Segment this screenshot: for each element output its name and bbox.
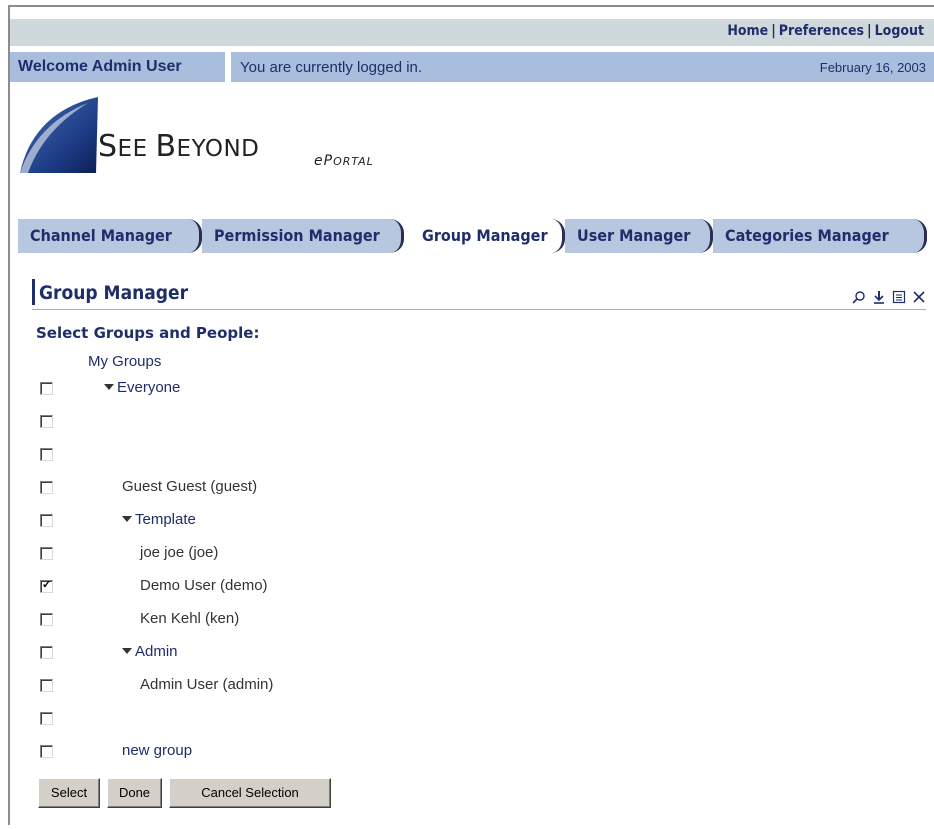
expand-triangle-icon[interactable] [122, 648, 132, 655]
user-label: Admin User (admin) [140, 676, 274, 693]
row-checkbox[interactable] [40, 448, 53, 461]
group-label[interactable]: Admin [135, 643, 178, 660]
cancel-selection-button[interactable]: Cancel Selection [169, 778, 331, 808]
user-label: joe joe (joe) [140, 544, 219, 561]
seebeyond-logo: SEE BEYOND ePORTAL [18, 95, 448, 180]
list-item [10, 445, 610, 469]
logout-link[interactable]: Logout [875, 23, 924, 39]
expand-triangle-icon[interactable] [122, 516, 132, 523]
top-links: Home | Preferences | Logout [727, 23, 924, 39]
done-button[interactable]: Done [107, 778, 162, 808]
close-icon[interactable] [912, 290, 926, 304]
select-heading: Select Groups and People: [36, 324, 260, 342]
portlet-controls [852, 289, 926, 305]
select-button[interactable]: Select [38, 778, 100, 808]
list-item: new group [10, 742, 610, 766]
row-checkbox[interactable] [40, 481, 53, 494]
tab-user-manager[interactable]: User Manager [565, 219, 713, 253]
welcome-panel: Welcome Admin User [10, 52, 225, 82]
row-checkbox[interactable] [40, 514, 53, 527]
tab-permission-manager[interactable]: Permission Manager [202, 219, 404, 253]
manager-tabs: Channel Manager Permission Manager Group… [10, 219, 934, 253]
row-checkbox[interactable] [40, 547, 53, 560]
user-label: Guest Guest (guest) [122, 478, 258, 495]
list-item: joe joe (joe) [10, 544, 610, 568]
edit-icon[interactable] [892, 290, 906, 304]
list-item: Guest Guest (guest) [10, 478, 610, 502]
separator: | [771, 23, 776, 39]
row-checkbox[interactable] [40, 745, 53, 758]
list-item: Admin [10, 643, 610, 667]
portlet-title-bar: Group Manager [32, 277, 926, 310]
preferences-link[interactable]: Preferences [779, 23, 864, 39]
list-item: Ken Kehl (ken) [10, 610, 610, 634]
expand-triangle-icon[interactable] [104, 384, 114, 391]
my-groups-root: My Groups [88, 353, 162, 370]
title-accent [32, 279, 35, 305]
logo-wordmark: SEE BEYOND [98, 129, 260, 164]
group-label[interactable]: Template [135, 511, 196, 528]
group-label[interactable]: new group [122, 742, 192, 759]
list-item: Admin User (admin) [10, 676, 610, 700]
row-checkbox[interactable] [40, 415, 53, 428]
top-links-bar: Home | Preferences | Logout [10, 19, 934, 46]
status-bar: You are currently logged in. February 16… [231, 52, 934, 82]
welcome-text: Welcome Admin User [18, 58, 182, 75]
portal-frame: Home | Preferences | Logout Welcome Admin Us… [8, 5, 934, 825]
list-item: Everyone [10, 379, 610, 403]
row-checkbox[interactable] [40, 679, 53, 692]
list-item: ✓ Demo User (demo) [10, 577, 610, 601]
row-checkbox[interactable] [40, 382, 53, 395]
separator: | [867, 23, 872, 39]
portlet-title: Group Manager [39, 282, 189, 304]
logo-swoosh-icon [20, 97, 98, 173]
logo-eportal: ePORTAL [314, 153, 374, 169]
user-label: Ken Kehl (ken) [140, 610, 240, 627]
tab-channel-manager[interactable]: Channel Manager [18, 219, 202, 253]
row-checkbox[interactable] [40, 646, 53, 659]
row-checkbox[interactable] [40, 613, 53, 626]
home-link[interactable]: Home [727, 23, 768, 39]
current-date: February 16, 2003 [819, 60, 926, 75]
group-label[interactable]: Everyone [117, 379, 180, 396]
tab-group-manager[interactable]: Group Manager [410, 219, 565, 253]
list-item: Template [10, 511, 610, 535]
tab-categories-manager[interactable]: Categories Manager [713, 219, 927, 253]
user-label: Demo User (demo) [140, 577, 268, 594]
list-item [10, 412, 610, 436]
zoom-icon[interactable] [852, 290, 866, 304]
row-checkbox[interactable]: ✓ [40, 579, 53, 593]
row-checkbox[interactable] [40, 712, 53, 725]
download-icon[interactable] [872, 290, 886, 304]
list-item [10, 709, 610, 733]
login-status: You are currently logged in. [240, 59, 423, 76]
